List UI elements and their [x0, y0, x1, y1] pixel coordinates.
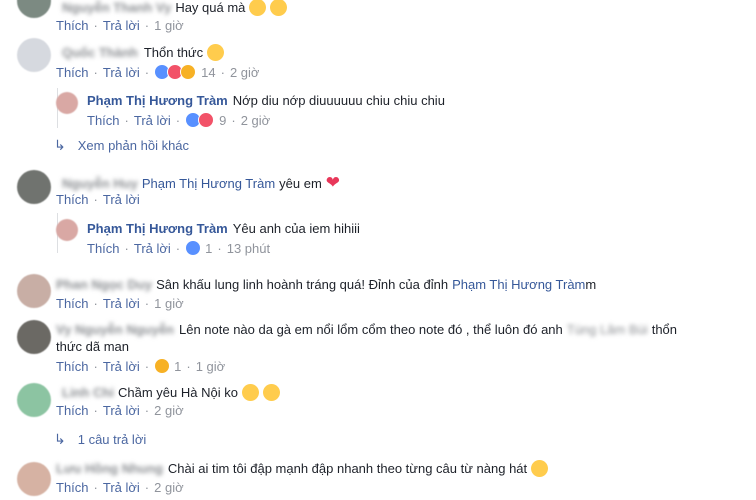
view-replies-label[interactable]: 1 câu trả lời	[78, 432, 147, 447]
reply-arrow-icon: ↳	[54, 431, 66, 447]
reaction-count[interactable]: 1	[205, 241, 212, 256]
reply-body: Phạm Thị Hương Tràm Yêu anh của iem hihi…	[87, 221, 360, 236]
avatar[interactable]	[17, 274, 51, 308]
heart-eyes-emoji-icon	[207, 44, 225, 61]
comment-body: Linh Chi Chầm yêu Hà Nội ko	[62, 384, 280, 401]
crying-face-icon	[249, 0, 267, 16]
like-button[interactable]: Thích	[56, 18, 89, 33]
replier-name[interactable]: Phạm Thị Hương Tràm	[87, 221, 228, 236]
comment-actions: Thích · Trả lời · 1 giờ	[56, 18, 184, 33]
avatar[interactable]	[56, 92, 78, 114]
reply-body: Phạm Thị Hương Tràm Nớp diu nớp diuuuuuu…	[87, 93, 445, 108]
comment-text: Chầm yêu Hà Nội ko	[118, 385, 238, 400]
mention-link[interactable]: Tùng Lâm Bùi	[567, 322, 648, 337]
avatar[interactable]	[17, 0, 51, 18]
heart-icon: ❤	[325, 173, 341, 192]
wow-reaction-icon	[154, 358, 171, 374]
comment-body: Quốc Thành Thổn thức	[62, 44, 225, 61]
timestamp[interactable]: 1 giờ	[196, 359, 226, 374]
commenter-name[interactable]: Lưu Hồng Nhung	[56, 461, 163, 476]
timestamp[interactable]: 2 giờ	[154, 403, 184, 418]
timestamp[interactable]: 13 phút	[227, 241, 270, 256]
commenter-name[interactable]: Nguyễn Thanh Vy	[62, 0, 171, 15]
comment-text: Chài ai tim tôi đập mạnh đập nhanh theo …	[167, 461, 528, 476]
comment-body: Lưu Hồng Nhung Chài ai tim tôi đập mạnh …	[56, 460, 549, 477]
reply-text: Yêu anh của iem hihiii	[232, 221, 360, 236]
avatar[interactable]	[17, 320, 51, 354]
like-button[interactable]: Thích	[56, 296, 89, 311]
mention-link[interactable]: Phạm Thị Hương Tràm	[452, 277, 585, 292]
comment-suffix: m	[585, 277, 597, 292]
view-more-replies[interactable]: ↳ Xem phản hồi khác	[54, 137, 189, 154]
reaction-count[interactable]: 14	[201, 65, 215, 80]
avatar[interactable]	[17, 170, 51, 204]
avatar[interactable]	[56, 219, 78, 241]
reply-button[interactable]: Trả lời	[103, 480, 140, 495]
like-button[interactable]: Thích	[56, 192, 89, 207]
reply-button[interactable]: Trả lời	[103, 18, 140, 33]
commenter-name[interactable]: Nguyễn Huy	[62, 176, 138, 191]
like-button[interactable]: Thích	[56, 480, 89, 495]
comment-actions: Thích · Trả lời · 2 giờ	[56, 480, 184, 495]
reply-actions: Thích · Trả lời · 1 · 13 phút	[87, 240, 271, 256]
like-button[interactable]: Thích	[56, 403, 89, 418]
reply-button[interactable]: Trả lời	[103, 359, 140, 374]
reply-text: Nớp diu nớp diuuuuuu chiu chiu chiu	[232, 93, 445, 108]
reply-button[interactable]: Trả lời	[134, 241, 171, 256]
replier-name[interactable]: Phạm Thị Hương Tràm	[87, 93, 228, 108]
comment-actions: Thích · Trả lời · 2 giờ	[56, 403, 184, 418]
comment-text: Hay quá mà	[175, 0, 246, 15]
reply-button[interactable]: Trả lời	[134, 113, 171, 128]
screaming-face-icon	[531, 460, 549, 477]
commenter-name[interactable]: Vy Nguyễn Nguyễn	[56, 322, 174, 337]
timestamp[interactable]: 2 giờ	[230, 65, 260, 80]
comment-text: Lên note nào da gà em nổi lổm cổm theo n…	[178, 322, 563, 337]
comment-body: Vy Nguyễn Nguyễn Lên note nào da gà em n…	[56, 322, 677, 337]
timestamp[interactable]: 2 giờ	[154, 480, 184, 495]
view-more-replies-label[interactable]: Xem phản hồi khác	[78, 138, 189, 153]
comment-text: Sân khấu lung linh hoành tráng quá! Đỉnh…	[156, 277, 449, 292]
comment-body: Nguyễn Huy Phạm Thị Hương Tràm yêu em ❤	[62, 173, 340, 193]
timestamp[interactable]: 1 giờ	[154, 296, 184, 311]
like-button[interactable]: Thích	[56, 65, 89, 80]
timestamp[interactable]: 1 giờ	[154, 18, 184, 33]
crying-face-icon	[270, 0, 288, 16]
mention-link[interactable]: Phạm Thị Hương Tràm	[142, 176, 275, 191]
like-button[interactable]: Thích	[87, 113, 120, 128]
comment-actions: Thích · Trả lời · 1 giờ	[56, 296, 184, 311]
comment-body: Nguyễn Thanh Vy Hay quá mà	[62, 0, 288, 16]
avatar[interactable]	[17, 383, 51, 417]
comment-actions: Thích · Trả lời · 14 · 2 giờ	[56, 64, 260, 80]
like-button[interactable]: Thích	[56, 359, 89, 374]
reply-arrow-icon: ↳	[54, 137, 66, 153]
timestamp[interactable]: 2 giờ	[241, 113, 271, 128]
reply-button[interactable]: Trả lời	[103, 65, 140, 80]
commenter-name[interactable]: Phan Ngọc Duy	[56, 277, 152, 292]
commenter-name[interactable]: Linh Chi	[62, 385, 114, 400]
kissing-face-icon	[262, 384, 280, 401]
avatar[interactable]	[17, 462, 51, 496]
reply-button[interactable]: Trả lời	[103, 403, 140, 418]
reply-button[interactable]: Trả lời	[103, 296, 140, 311]
avatar[interactable]	[17, 38, 51, 72]
comment-body-line2: thức dã man	[56, 339, 129, 354]
comment-text-continued: thổn	[651, 322, 678, 337]
comment-actions: Thích · Trả lời	[56, 192, 140, 207]
love-reaction-icon	[198, 112, 215, 128]
reply-button[interactable]: Trả lời	[103, 192, 140, 207]
reaction-count[interactable]: 9	[219, 113, 226, 128]
reply-actions: Thích · Trả lời · 9 · 2 giờ	[87, 112, 271, 128]
reaction-count[interactable]: 1	[174, 359, 181, 374]
view-replies[interactable]: ↳ 1 câu trả lời	[54, 431, 146, 448]
haha-reaction-icon	[180, 64, 197, 80]
comment-text: yêu em	[279, 175, 322, 191]
commenter-name[interactable]: Quốc Thành	[62, 45, 138, 60]
comment-text: Thổn thức	[143, 45, 204, 60]
comment-text: thức dã man	[56, 339, 130, 354]
comment-actions: Thích · Trả lời · 1 · 1 giờ	[56, 358, 226, 374]
comment-body: Phan Ngọc Duy Sân khấu lung linh hoành t…	[56, 277, 596, 292]
kissing-face-icon	[241, 384, 259, 401]
like-reaction-icon	[185, 240, 202, 256]
like-button[interactable]: Thích	[87, 241, 120, 256]
